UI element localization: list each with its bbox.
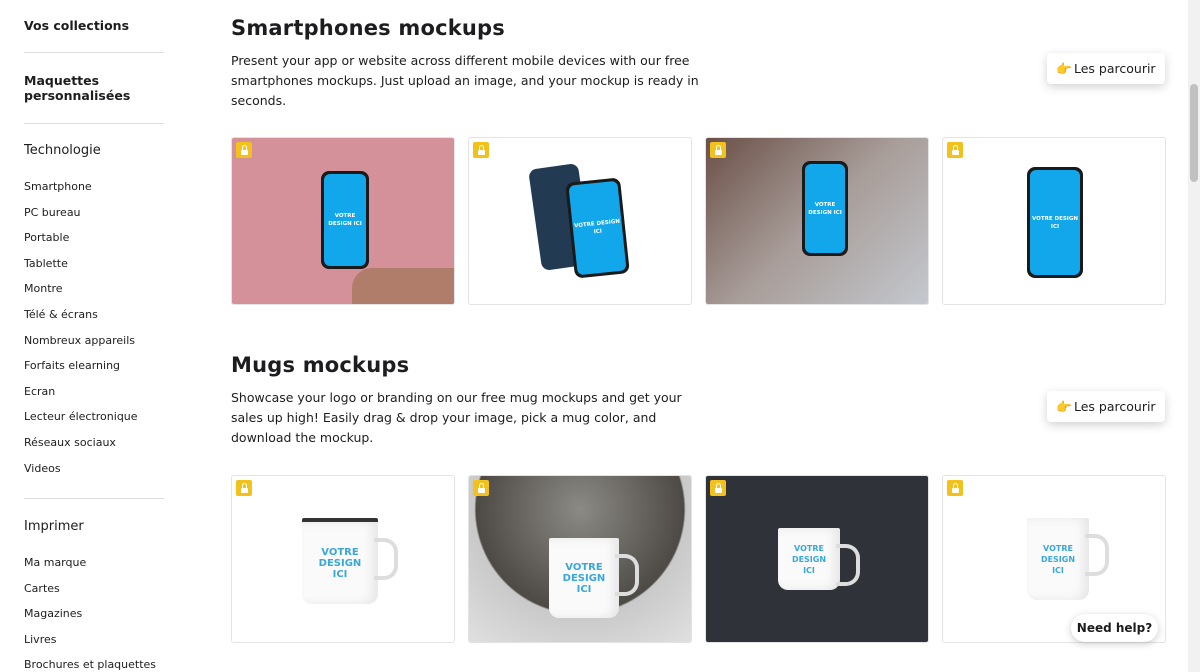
- design-placeholder: VOTRE DESIGN ICI: [324, 174, 366, 266]
- sidebar-item[interactable]: Nombreux appareils: [24, 334, 135, 347]
- sidebar-item[interactable]: Tablette: [24, 257, 68, 270]
- sidebar-item[interactable]: Livres: [24, 633, 56, 646]
- sidebar-item[interactable]: Magazines: [24, 607, 82, 620]
- design-placeholder: VOTRE DESIGN ICI: [805, 164, 845, 253]
- design-placeholder: VOTRE DESIGN ICI: [562, 561, 606, 595]
- sidebar-item[interactable]: Montre: [24, 282, 63, 295]
- sidebar-item[interactable]: Forfaits elearning: [24, 359, 120, 372]
- unlocked-padlock-icon: [947, 480, 963, 496]
- section-title: Mugs mockups: [231, 353, 410, 377]
- design-placeholder: VOTRE DESIGN ICI: [791, 543, 827, 575]
- sidebar-item[interactable]: Réseaux sociaux: [24, 436, 116, 449]
- sidebar-item[interactable]: Videos: [24, 462, 61, 475]
- need-help-button[interactable]: Need help?: [1071, 614, 1158, 642]
- pointing-hand-icon: 👉: [1056, 398, 1072, 414]
- design-placeholder: VOTRE DESIGN ICI: [1030, 170, 1080, 275]
- sidebar-item[interactable]: Cartes: [24, 582, 60, 595]
- section-description: Showcase your logo or branding on our fr…: [231, 390, 682, 445]
- unlocked-padlock-icon: [236, 480, 252, 496]
- section-description: Present your app or website across diffe…: [231, 53, 699, 108]
- browse-button[interactable]: 👉 Les parcourir: [1047, 391, 1165, 422]
- unlocked-padlock-icon: [710, 480, 726, 496]
- unlocked-padlock-icon: [236, 142, 252, 158]
- sidebar-item[interactable]: Ma marque: [24, 556, 86, 569]
- unlocked-padlock-icon: [947, 142, 963, 158]
- mockup-card[interactable]: VOTRE DESIGN ICI: [231, 475, 455, 643]
- sidebar-item[interactable]: Télé & écrans: [24, 308, 98, 321]
- sidebar-item[interactable]: PC bureau: [24, 206, 81, 219]
- sidebar-item[interactable]: Lecteur électronique: [24, 410, 138, 423]
- mockup-card[interactable]: VOTRE DESIGN ICI: [705, 137, 929, 305]
- design-placeholder: VOTRE DESIGN ICI: [1040, 543, 1076, 575]
- mockup-card[interactable]: VOTRE DESIGN ICI: [231, 137, 455, 305]
- sidebar-collections[interactable]: Vos collections: [24, 18, 164, 33]
- divider: [24, 52, 164, 53]
- browse-label: Les parcourir: [1074, 399, 1156, 414]
- unlocked-padlock-icon: [710, 142, 726, 158]
- scrollbar-thumb[interactable]: [1190, 84, 1198, 182]
- mockup-card[interactable]: VOTRE DESIGN ICI: [468, 137, 692, 305]
- sidebar-item[interactable]: Smartphone: [24, 180, 92, 193]
- mockup-card[interactable]: VOTRE DESIGN ICI: [942, 137, 1166, 305]
- pointing-hand-icon: 👉: [1056, 60, 1072, 76]
- sidebar-heading-technology: Technologie: [24, 143, 101, 158]
- divider: [24, 498, 164, 499]
- section-title: Smartphones mockups: [231, 16, 505, 40]
- sidebar-custom-mockups[interactable]: Maquettes personnalisées: [24, 73, 134, 103]
- sidebar-item[interactable]: Brochures et plaquettes: [24, 658, 156, 671]
- browse-label: Les parcourir: [1074, 61, 1156, 76]
- unlocked-padlock-icon: [473, 480, 489, 496]
- section-mugs: Mugs mockups Showcase your logo or brand…: [231, 353, 1166, 653]
- design-placeholder: VOTRE DESIGN ICI: [318, 546, 362, 580]
- design-placeholder: VOTRE DESIGN ICI: [568, 180, 627, 276]
- divider: [24, 123, 164, 124]
- scrollbar[interactable]: [1188, 0, 1200, 672]
- sidebar-heading-print: Imprimer: [24, 519, 84, 534]
- mockup-card[interactable]: VOTRE DESIGN ICI: [705, 475, 929, 643]
- mockup-card[interactable]: VOTRE DESIGN ICI: [468, 475, 692, 643]
- browse-button[interactable]: 👉 Les parcourir: [1047, 53, 1165, 84]
- sidebar-item[interactable]: Portable: [24, 231, 69, 244]
- sidebar-item[interactable]: Ecran: [24, 385, 55, 398]
- unlocked-padlock-icon: [473, 142, 489, 158]
- section-smartphones: Smartphones mockups Present your app or …: [231, 16, 1166, 316]
